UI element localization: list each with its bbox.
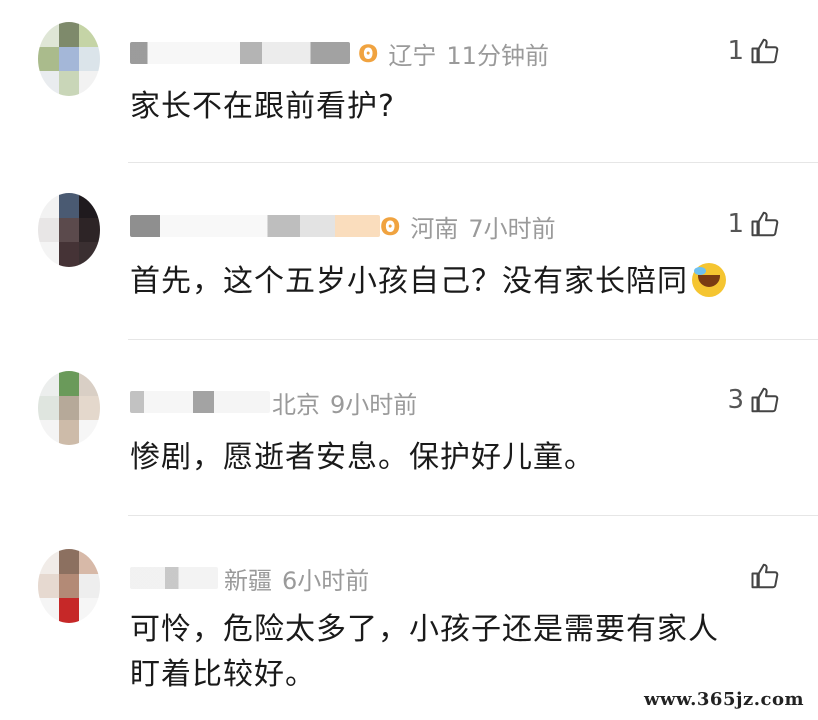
avatar[interactable] (38, 22, 100, 96)
comment-item: ʘ 河南 7小时前 1 首先，这个五岁小孩自己？没有家长陪同 (0, 163, 818, 339)
avatar[interactable] (38, 193, 100, 267)
comment-meta: ʘ 辽宁 11分钟前 (358, 36, 549, 71)
comment-text-body: 首先，这个五岁小孩自己？没有家长陪同 (130, 264, 688, 299)
username-blurred[interactable] (130, 42, 350, 64)
location: 河南 (410, 215, 459, 243)
crying-face-emoji (692, 263, 726, 297)
comment-item: 北京 9小时前 3 惨剧，愿逝者安息。保护好儿童。 (0, 339, 818, 515)
like-button[interactable]: 1 (727, 36, 780, 66)
timestamp: 11分钟前 (446, 42, 549, 70)
location: 辽宁 (388, 42, 437, 70)
thumbs-up-icon (751, 38, 779, 64)
timestamp: 6小时前 (282, 567, 370, 595)
watermark: www.365jz.com (643, 689, 804, 710)
thumbs-up-icon (751, 387, 779, 413)
comment-text: 可怜，危险太多了，小孩子还是需要有家人 盯着比较好。 (130, 607, 788, 697)
comment-meta: 北京 9小时前 (272, 385, 417, 420)
username-blurred[interactable] (130, 215, 380, 237)
username-blurred[interactable] (130, 391, 270, 413)
thumbs-up-icon (751, 211, 779, 237)
comment-meta: ʘ 河南 7小时前 (380, 209, 556, 244)
like-button[interactable]: 1 (727, 209, 780, 239)
avatar[interactable] (38, 371, 100, 445)
comment-text: 首先，这个五岁小孩自己？没有家长陪同 (130, 259, 788, 304)
like-button[interactable] (744, 561, 780, 591)
timestamp: 7小时前 (468, 215, 556, 243)
comment-text: 家长不在跟前看护? (130, 89, 395, 124)
location: 北京 (272, 391, 320, 419)
like-count: 1 (727, 36, 744, 66)
comment-meta: 新疆 6小时前 (224, 561, 369, 596)
vip-badge-icon: ʘ (358, 39, 379, 68)
comment-text: 惨剧，愿逝者安息。保护好儿童。 (130, 440, 595, 475)
username-blurred[interactable] (130, 567, 218, 589)
like-count: 1 (727, 209, 744, 239)
like-button[interactable]: 3 (727, 385, 780, 415)
avatar[interactable] (38, 549, 100, 623)
thumbs-up-icon (751, 563, 779, 589)
location: 新疆 (224, 567, 272, 595)
comment-item: ʘ 辽宁 11分钟前 1 家长不在跟前看护? (0, 0, 818, 163)
comment-text-line: 可怜，危险太多了，小孩子还是需要有家人 (130, 612, 719, 647)
timestamp: 9小时前 (330, 391, 418, 419)
like-count: 3 (727, 385, 744, 415)
vip-badge-icon: ʘ (380, 212, 401, 241)
